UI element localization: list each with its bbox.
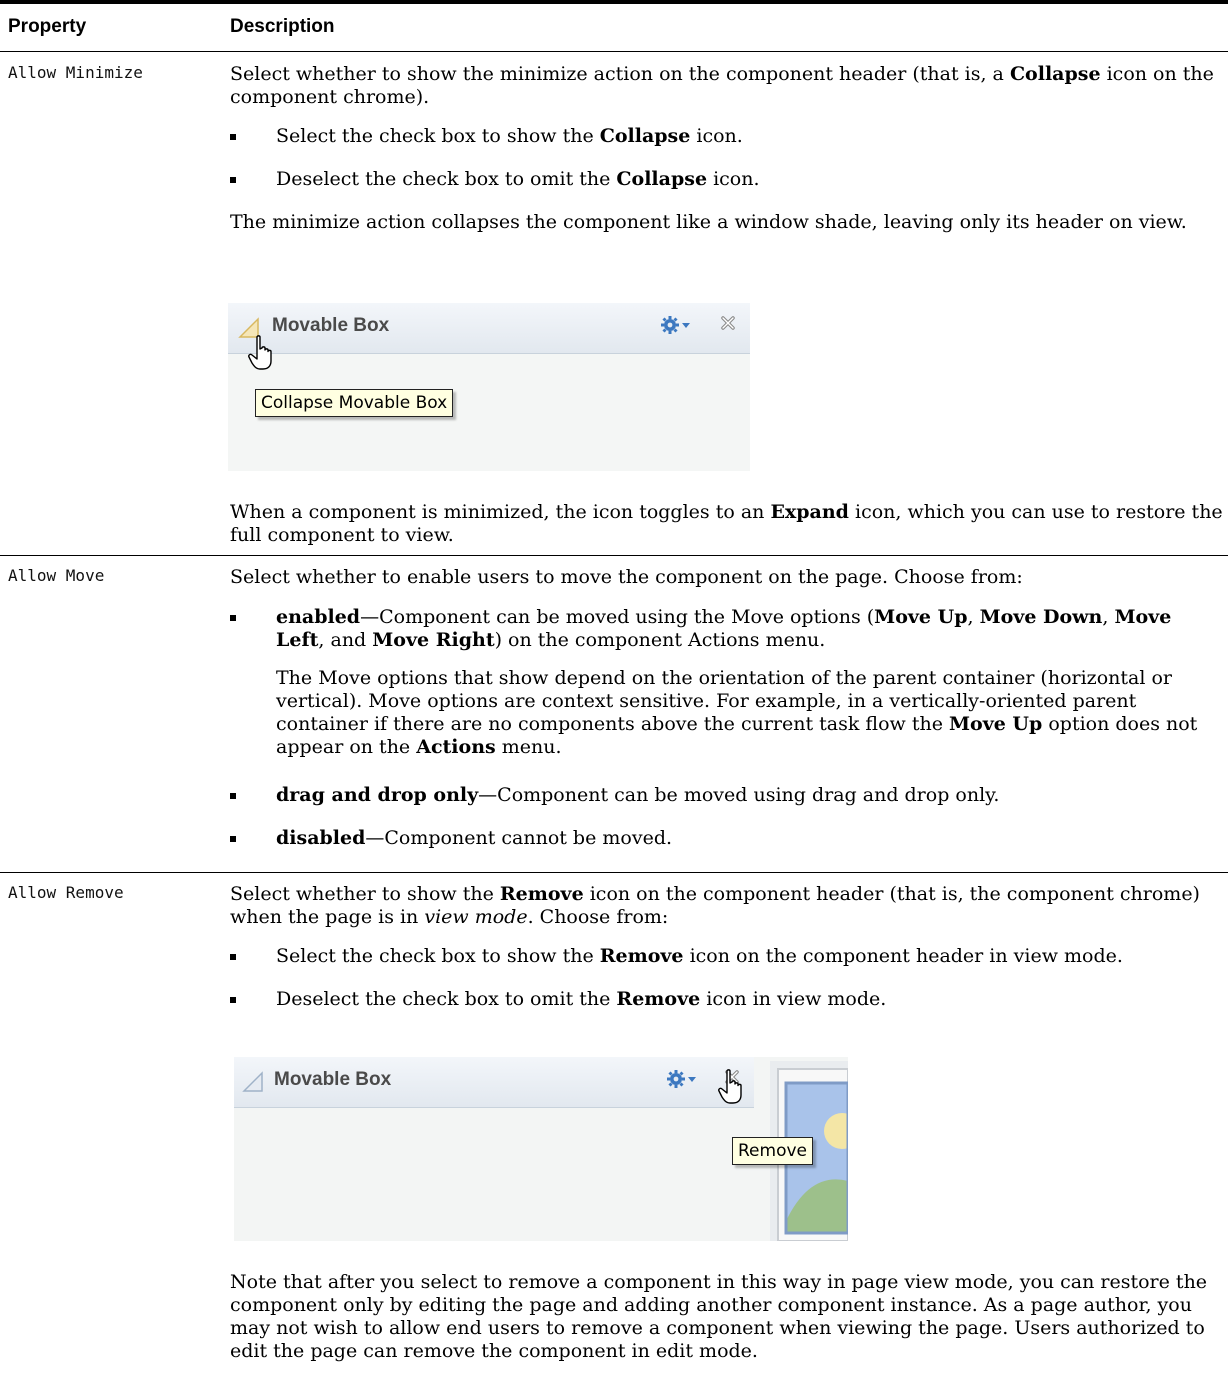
minimize-intro: Select whether to show the minimize acti… xyxy=(230,63,1214,108)
movable-box-title: Movable Box xyxy=(274,1069,392,1090)
header-description: Description xyxy=(230,16,335,37)
header-property: Property xyxy=(8,16,87,37)
bullet-marker xyxy=(230,793,236,799)
remove-bullet-1: Select the check box to show the Remove … xyxy=(276,945,1123,967)
collapse-tooltip: Collapse Movable Box xyxy=(255,389,454,417)
move-options-explanation: The Move options that show depend on the… xyxy=(276,667,1198,758)
close-icon[interactable] xyxy=(720,315,736,331)
movable-box-header: Movable Box xyxy=(234,1057,754,1108)
remove-tooltip: Remove xyxy=(732,1137,813,1165)
row-rule xyxy=(0,872,1228,873)
property-allow-move: Allow Move xyxy=(8,566,105,585)
hand-cursor-icon xyxy=(718,1069,742,1104)
property-allow-minimize: Allow Minimize xyxy=(8,63,143,82)
bullet-marker xyxy=(230,615,236,621)
remove-intro: Select whether to show the Remove icon o… xyxy=(230,883,1200,928)
minimize-bullet-1: Select the check box to show the Collaps… xyxy=(276,125,743,147)
minimize-expand-note: When a component is minimized, the icon … xyxy=(230,501,1223,546)
bullet-marker xyxy=(230,134,236,140)
move-intro: Select whether to enable users to move t… xyxy=(230,566,1023,588)
movable-box-collapse-screenshot: Movable Box Collapse Movable Box xyxy=(228,303,750,471)
row-rule xyxy=(0,555,1228,556)
movable-box-title: Movable Box xyxy=(272,315,390,336)
bullet-marker xyxy=(230,997,236,1003)
bullet-marker xyxy=(230,177,236,183)
collapse-triangle-icon[interactable] xyxy=(242,1071,264,1093)
gear-actions-icon[interactable] xyxy=(666,1068,698,1090)
movable-box-remove-screenshot: Movable Box Remove xyxy=(234,1057,848,1241)
gear-actions-icon[interactable] xyxy=(660,314,692,336)
hand-cursor-icon xyxy=(248,335,272,370)
remove-bullet-2: Deselect the check box to omit the Remov… xyxy=(276,988,887,1010)
minimize-bullet-2: Deselect the check box to omit the Colla… xyxy=(276,168,760,190)
minimize-explanation: The minimize action collapses the compon… xyxy=(230,211,1187,233)
bullet-marker xyxy=(230,836,236,842)
remove-note: Note that after you select to remove a c… xyxy=(230,1271,1208,1362)
move-bullet-disabled: disabled—Component cannot be moved. xyxy=(276,827,673,849)
move-bullet-drag-drop: drag and drop only—Component can be move… xyxy=(276,784,1000,806)
move-bullet-enabled: enabled—Component can be moved using the… xyxy=(276,606,1172,651)
bullet-marker xyxy=(230,954,236,960)
movable-box-header: Movable Box xyxy=(228,303,750,354)
property-allow-remove: Allow Remove xyxy=(8,883,124,902)
header-rule xyxy=(0,51,1228,52)
table-top-rule xyxy=(0,0,1228,4)
